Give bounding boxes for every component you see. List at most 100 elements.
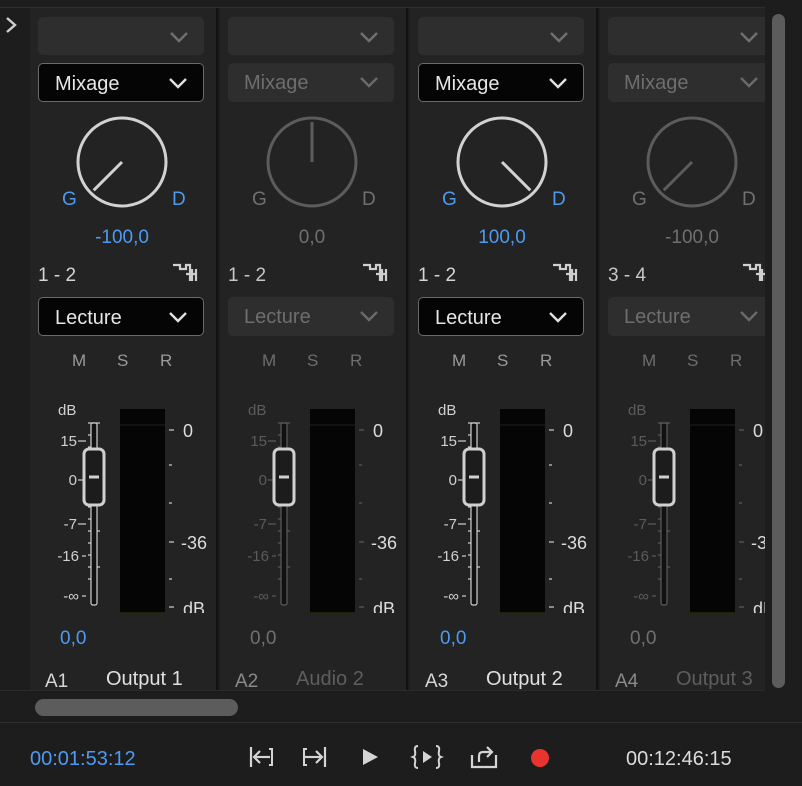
mix-mode-dropdown[interactable]: Mixage xyxy=(38,63,204,102)
scale-left-minus16: -16 xyxy=(627,548,649,565)
track-strip-a3: Mixage G D 100,0 1 - 2 Lecture M S R dB … xyxy=(410,8,598,691)
scale-left-0: 0 xyxy=(69,472,77,489)
mute-button[interactable]: M xyxy=(262,351,276,371)
play-icon[interactable] xyxy=(353,740,387,774)
mix-mode-label: Mixage xyxy=(435,73,500,95)
automation-mode-dropdown[interactable]: Lecture xyxy=(228,297,394,336)
audio-track-mixer: Mixage G D -100,0 1 - 2 Lecture M S R dB… xyxy=(0,0,802,786)
pan-knob[interactable] xyxy=(646,116,738,208)
total-duration: 00:12:46:15 xyxy=(626,748,732,770)
horizontal-scrollbar-thumb[interactable] xyxy=(35,699,238,716)
scale-left-15: 15 xyxy=(60,433,77,450)
mix-mode-label: Mixage xyxy=(55,73,120,95)
effect-slot-dropdown[interactable] xyxy=(608,17,765,55)
output-routing-icon[interactable] xyxy=(170,260,200,284)
level-meter xyxy=(120,409,165,613)
chevron-down-icon xyxy=(547,310,569,329)
track-name[interactable]: Output 3 xyxy=(676,668,753,691)
volume-value[interactable]: 0,0 xyxy=(250,628,276,650)
volume-value[interactable]: 0,0 xyxy=(60,628,86,650)
automation-mode-dropdown[interactable]: Lecture xyxy=(38,297,204,336)
scale-right-db: dB xyxy=(753,599,765,613)
mix-mode-dropdown[interactable]: Mixage xyxy=(608,63,765,102)
output-routing-icon[interactable] xyxy=(550,260,580,284)
chevron-down-icon xyxy=(168,30,190,49)
pan-knob[interactable] xyxy=(266,116,358,208)
vertical-scrollbar-thumb[interactable] xyxy=(772,14,785,688)
volume-fader: dB 15 0 -7 -16 -∞ 0 -36 dB xyxy=(247,402,397,613)
pan-value[interactable]: -100,0 xyxy=(30,227,214,249)
track-id: A2 xyxy=(235,671,259,691)
channel-assignment: 1 - 2 xyxy=(418,265,457,286)
go-to-out-icon[interactable] xyxy=(299,740,333,774)
scale-right-minus36: -36 xyxy=(371,533,397,553)
automation-mode-dropdown[interactable]: Lecture xyxy=(608,297,765,336)
chevron-down-icon xyxy=(547,76,569,95)
volume-fader: dB 15 0 -7 -16 -∞ 0 -36 dB xyxy=(437,402,587,613)
record-enable-button[interactable]: R xyxy=(160,351,172,371)
track-name[interactable]: Output 1 xyxy=(106,668,183,691)
volume-fader: dB 15 0 -7 -16 -∞ 0 -36 dB xyxy=(57,402,207,613)
mute-button[interactable]: M xyxy=(72,351,86,371)
scale-right-minus36: -36 xyxy=(561,533,587,553)
record-enable-button[interactable]: R xyxy=(730,351,742,371)
solo-button[interactable]: S xyxy=(497,351,508,371)
pan-right-label: D xyxy=(552,189,566,210)
track-name[interactable]: Output 2 xyxy=(486,668,563,691)
mute-button[interactable]: M xyxy=(642,351,656,371)
play-in-to-out-icon[interactable] xyxy=(410,740,444,774)
pan-left-label: G xyxy=(252,189,267,210)
output-routing-icon[interactable] xyxy=(360,260,390,284)
solo-button[interactable]: S xyxy=(117,351,128,371)
mute-button[interactable]: M xyxy=(452,351,466,371)
pan-knob[interactable] xyxy=(456,116,548,208)
scale-left-minus7: -7 xyxy=(444,516,457,533)
effect-slot-dropdown[interactable] xyxy=(418,17,584,55)
mix-mode-label: Mixage xyxy=(244,72,309,94)
track-strips: Mixage G D -100,0 1 - 2 Lecture M S R dB… xyxy=(30,8,765,691)
channel-assignment: 1 - 2 xyxy=(38,265,77,286)
pan-value[interactable]: 100,0 xyxy=(410,227,594,249)
expand-chevron-icon[interactable] xyxy=(2,12,22,38)
automation-mode-dropdown[interactable]: Lecture xyxy=(418,297,584,336)
current-timecode[interactable]: 00:01:53:12 xyxy=(30,748,136,771)
record-enable-button[interactable]: R xyxy=(540,351,552,371)
db-scale-label: dB xyxy=(438,402,456,419)
pan-knob[interactable] xyxy=(76,116,168,208)
volume-value[interactable]: 0,0 xyxy=(440,628,466,650)
chevron-down-icon xyxy=(358,30,380,49)
chevron-down-icon xyxy=(358,75,380,94)
output-routing-icon[interactable] xyxy=(740,260,765,284)
go-to-in-icon[interactable] xyxy=(243,740,277,774)
solo-button[interactable]: S xyxy=(307,351,318,371)
automation-mode-label: Lecture xyxy=(624,306,691,328)
chevron-down-icon xyxy=(738,309,760,328)
db-scale-label: dB xyxy=(248,402,266,419)
pan-value[interactable]: 0,0 xyxy=(220,227,404,249)
effect-slot-dropdown[interactable] xyxy=(38,17,204,55)
pan-left-label: G xyxy=(442,189,457,210)
loop-icon[interactable] xyxy=(467,740,501,774)
scale-right-db: dB xyxy=(183,599,205,613)
track-strip-a2: Mixage G D 0,0 1 - 2 Lecture M S R dB 15… xyxy=(220,8,408,691)
pan-value[interactable]: -100,0 xyxy=(600,227,765,249)
scale-right-minus36: -36 xyxy=(751,533,765,553)
pan-left-label: G xyxy=(62,189,77,210)
mix-mode-dropdown[interactable]: Mixage xyxy=(228,63,394,102)
mix-mode-label: Mixage xyxy=(624,72,689,94)
track-strip-a4: Mixage G D -100,0 3 - 4 Lecture M S R dB… xyxy=(600,8,765,691)
solo-button[interactable]: S xyxy=(687,351,698,371)
record-icon[interactable] xyxy=(523,740,557,774)
track-id: A1 xyxy=(45,671,69,691)
chevron-down-icon xyxy=(167,310,189,329)
record-enable-button[interactable]: R xyxy=(350,351,362,371)
scale-left-minus7: -7 xyxy=(64,516,77,533)
scale-right-minus36: -36 xyxy=(181,533,207,553)
strip-bottom-rule xyxy=(0,690,765,691)
scale-left-0: 0 xyxy=(259,472,267,489)
mix-mode-dropdown[interactable]: Mixage xyxy=(418,63,584,102)
pan-right-label: D xyxy=(362,189,376,210)
effect-slot-dropdown[interactable] xyxy=(228,17,394,55)
volume-value[interactable]: 0,0 xyxy=(630,628,656,650)
track-name[interactable]: Audio 2 xyxy=(296,668,364,691)
